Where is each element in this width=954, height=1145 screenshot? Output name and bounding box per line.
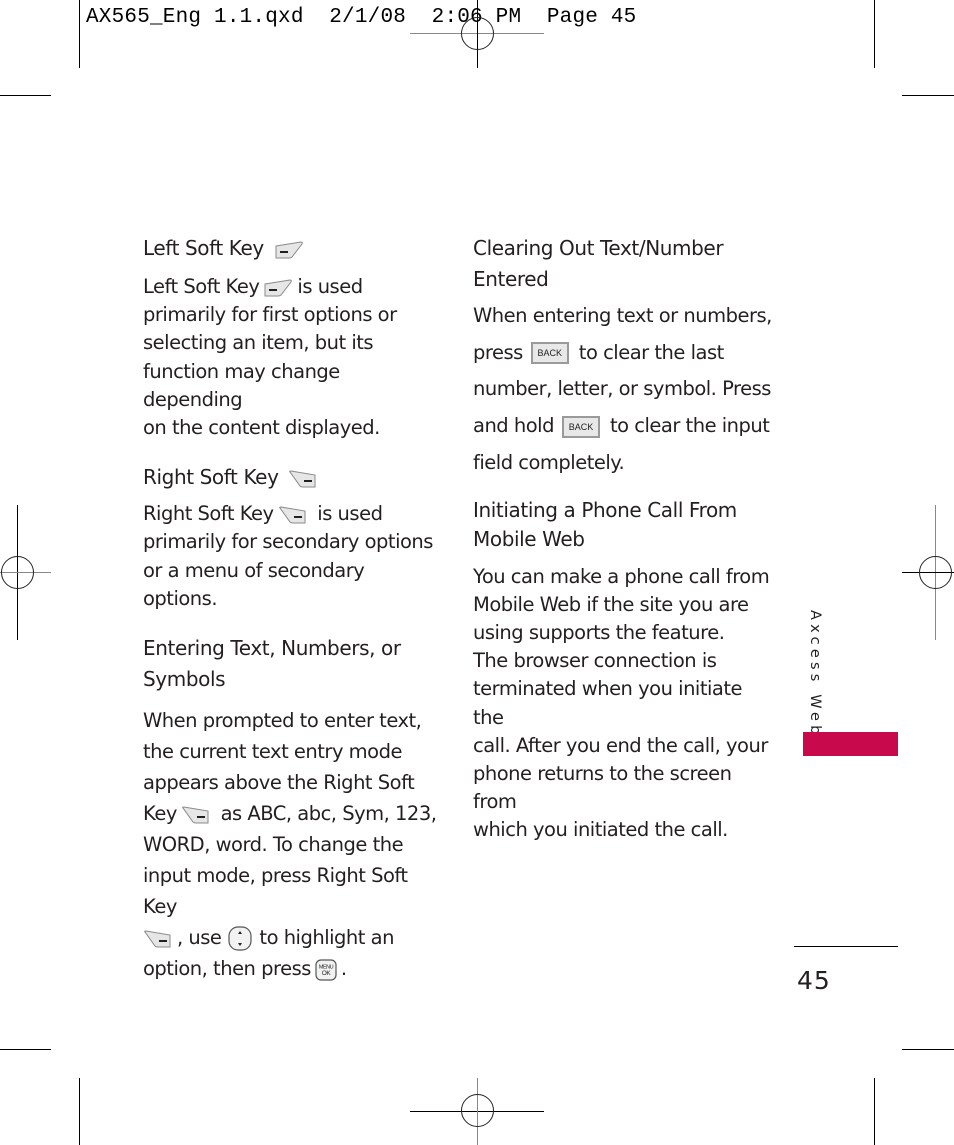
section-body: When entering text or numbers, press BACK…: [473, 304, 772, 474]
crop-mark: [0, 1049, 51, 1050]
section-heading: Clearing Out Text/Number Entered: [473, 236, 724, 291]
crop-mark: [874, 1078, 875, 1145]
section-heading: Initiating a Phone Call From Mobile Web: [473, 497, 737, 551]
section-heading: Entering Text, Numbers, or Symbols: [143, 636, 401, 692]
crop-mark: [79, 1078, 80, 1145]
crop-mark: [79, 0, 80, 68]
right-soft-key-icon: [181, 806, 211, 824]
left-column: Left Soft Key Left Soft Key is used prima…: [143, 233, 443, 984]
back-key-icon: BACK: [561, 415, 600, 438]
navigation-key-icon: [227, 926, 253, 951]
section-right-soft-key: Right Soft Key Right Soft Key is used pr…: [143, 462, 443, 613]
section-body: You can make a phone call from Mobile We…: [473, 564, 770, 842]
section-heading: Right Soft Key: [143, 462, 443, 493]
section-phone-call-from-web: Initiating a Phone Call From Mobile Web Y…: [473, 496, 773, 845]
crop-mark: [0, 95, 51, 96]
right-soft-key-icon: [288, 470, 318, 488]
crop-mark: [902, 1049, 954, 1050]
section-entering-text: Entering Text, Numbers, or Symbols When p…: [143, 633, 443, 984]
left-soft-key-icon: [274, 241, 304, 259]
section-body: Right Soft Key is used primarily for sec…: [143, 502, 433, 610]
page-number: 45: [797, 966, 831, 995]
crop-mark: [902, 95, 954, 96]
right-soft-key-icon: [278, 506, 308, 524]
crop-mark: [874, 0, 875, 68]
menu-ok-key-icon: [315, 959, 337, 981]
slug-line: AX565_Eng 1.1.qxd 2/1/08 2:06 PM Page 45: [86, 6, 637, 29]
chapter-tab-marker: [803, 732, 898, 756]
section-heading: Left Soft Key: [143, 233, 443, 264]
right-column: Clearing Out Text/Number Entered When ent…: [473, 233, 773, 845]
section-body: Left Soft Key is used primarily for first…: [143, 275, 397, 440]
section-clearing-text: Clearing Out Text/Number Entered When ent…: [473, 233, 773, 482]
chapter-side-label: Axcess Web: [807, 610, 823, 739]
page-number-rule: [794, 946, 898, 947]
back-key-icon: BACK: [530, 342, 569, 365]
left-soft-key-icon: [263, 279, 293, 297]
section-left-soft-key: Left Soft Key Left Soft Key is used prima…: [143, 233, 443, 442]
section-body: When prompted to enter text, the current…: [143, 709, 437, 981]
right-soft-key-icon: [143, 930, 173, 948]
